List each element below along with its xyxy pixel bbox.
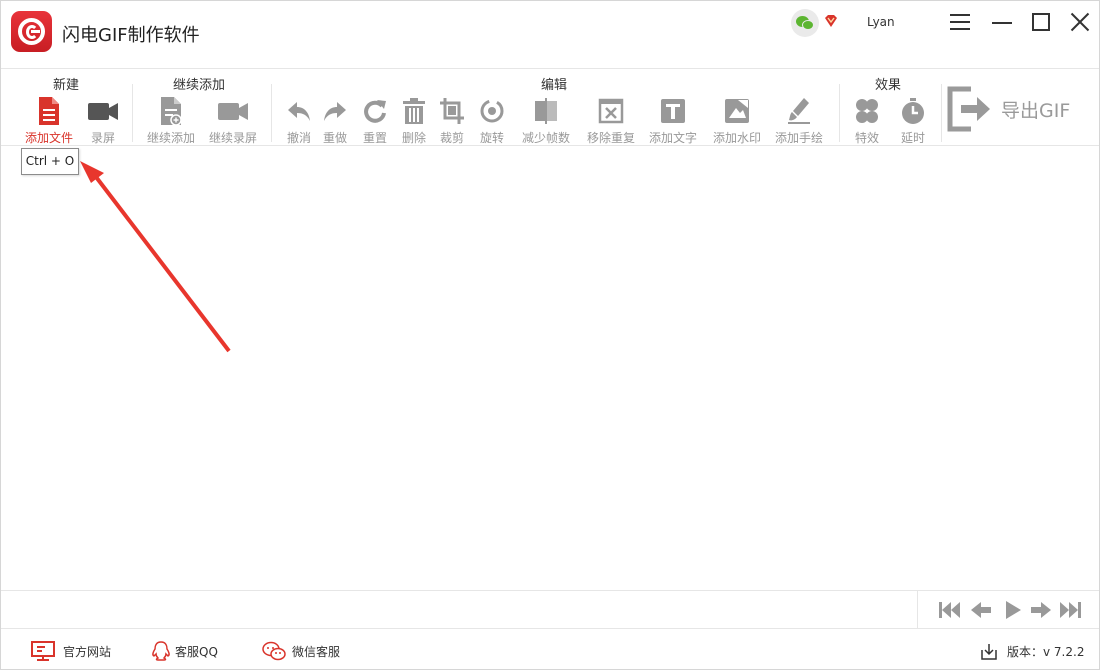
previous-frame-icon[interactable] [970, 600, 992, 620]
app-window: 闪电GIF制作软件 Lyan 新建 继续添加 编辑 效果 添加文件 录屏 继续添… [0, 0, 1100, 670]
customer-qq-link[interactable]: 客服QQ [151, 640, 231, 662]
last-frame-icon[interactable] [1060, 600, 1082, 620]
monitor-icon [31, 641, 55, 661]
playback-controls [917, 591, 1099, 629]
first-frame-icon[interactable] [938, 600, 960, 620]
play-icon[interactable] [1002, 600, 1024, 620]
qq-icon [152, 641, 170, 661]
wechat-icon [262, 641, 286, 661]
download-icon [981, 644, 997, 660]
shortcut-tooltip: Ctrl + O [21, 148, 79, 175]
annotation-arrow [80, 161, 231, 353]
playback-bar [1, 590, 1099, 629]
wechat-service-link[interactable]: 微信客服 [261, 640, 351, 662]
official-website-link[interactable]: 官方网站 [31, 640, 121, 662]
footer: 官方网站 客服QQ 微信客服 版本：v 7.2.2 [1, 630, 1099, 670]
next-frame-icon[interactable] [1030, 600, 1052, 620]
